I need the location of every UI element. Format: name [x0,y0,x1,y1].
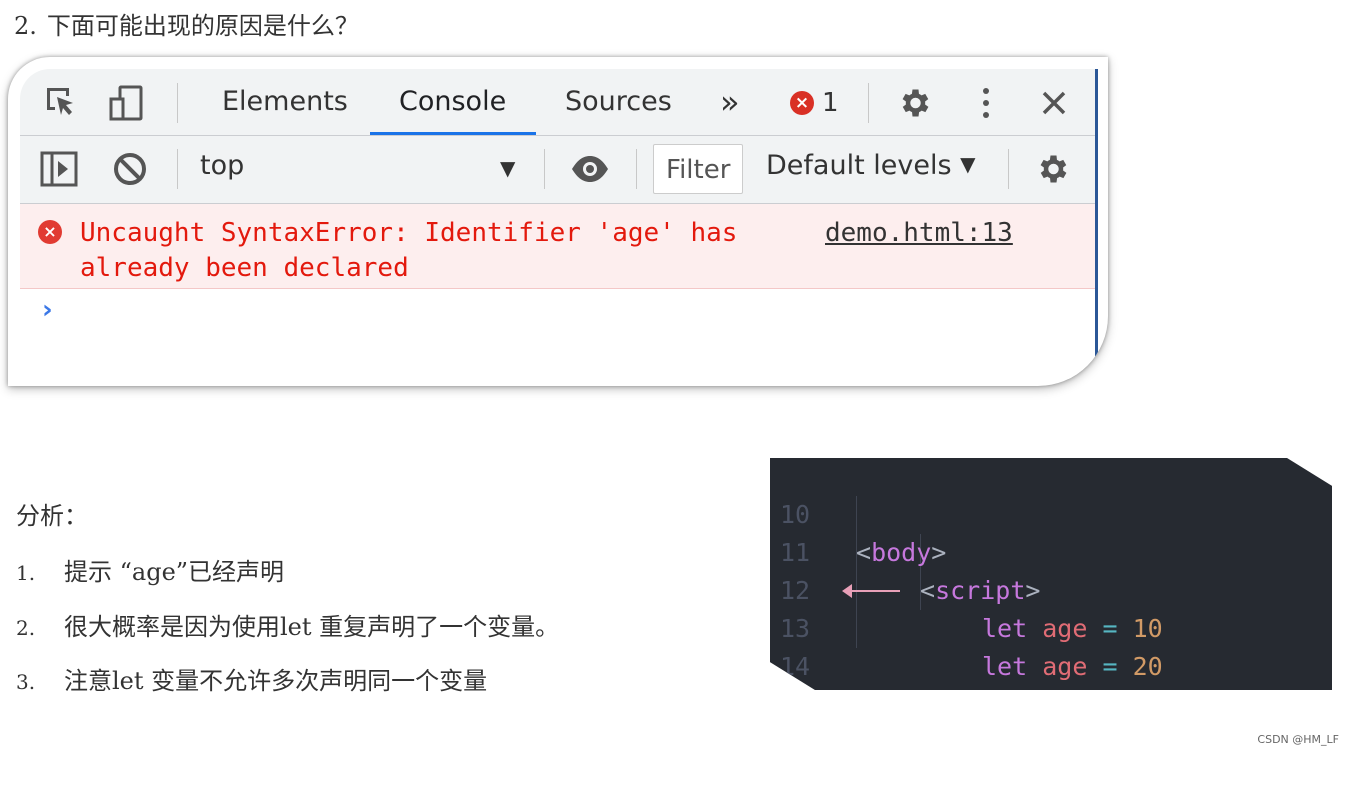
settings-gear-icon[interactable] [896,85,932,121]
tabbar-divider [868,83,869,123]
error-badge-icon: × [790,91,814,115]
watermark: CSDN @HM_LF [1257,733,1339,746]
tab-console[interactable]: Console [399,69,506,135]
filter-input[interactable]: Filter [653,144,743,194]
error-count: 1 [822,88,839,118]
error-icon: × [38,220,62,244]
console-prompt-icon[interactable]: › [42,295,53,325]
line-source: let age = 10 [982,614,1163,643]
sidebar-toggle-icon[interactable] [40,151,78,187]
clear-console-icon[interactable] [112,151,148,187]
tab-elements[interactable]: Elements [222,69,348,135]
log-levels-dropdown[interactable]: Default levels ▼ [766,150,976,181]
error-source-link[interactable]: demo.html:13 [825,216,1013,251]
levels-dropdown-arrow: ▼ [960,152,976,176]
code-snippet: 10 <body> 11 <script> 12 let age = 10 13… [770,458,1332,690]
error-text: Uncaught SyntaxError: Identifier 'age' h… [80,218,738,283]
console-settings-gear-icon[interactable] [1034,151,1070,187]
tabbar-divider [177,83,178,123]
analysis-heading: 分析： [16,502,88,530]
line-source: <body> [856,538,947,567]
analysis-item: 2. 很大概率是因为使用let 重复声明了一个变量。 [16,607,559,642]
analysis-item-number: 3. [16,670,36,694]
toolbar-divider [544,149,545,189]
line-source: <script> [920,576,1041,605]
log-levels-label: Default levels [766,150,952,181]
tab-sources[interactable]: Sources [565,69,672,135]
console-error-message: × Uncaught SyntaxError: Identifier 'age'… [20,204,1095,289]
question-number: 2. [14,12,37,40]
live-expression-eye-icon[interactable] [570,151,608,187]
indent-guide [856,496,857,648]
code-line: 13 let age = 20 [770,572,1163,681]
toolbar-divider [1008,149,1009,189]
question-text: 下面可能出现的原因是什么？ [46,12,359,40]
more-options-icon[interactable] [968,85,1004,121]
toolbar-divider [177,149,178,189]
context-selector[interactable]: top [200,150,244,181]
close-icon[interactable] [1036,85,1072,121]
analysis-item-number: 2. [16,616,36,640]
devtools-tabbar: Elements Console Sources » × 1 [20,69,1095,136]
console-toolbar: top ▼ Filter Default levels ▼ [20,136,1095,204]
context-dropdown-arrow[interactable]: ▼ [500,156,515,180]
inspect-element-icon[interactable] [44,85,80,121]
line-source: let age = 20 [982,652,1163,681]
analysis-item: 3. 注意let 变量不允许多次声明同一个变量 [16,661,487,696]
code-line: 11 <script> [770,496,1040,605]
analysis-item-number: 1. [16,561,36,585]
analysis-item: 1. 提示 “age”已经声明 [16,552,284,587]
question-heading: 2. 下面可能出现的原因是什么？ [14,6,359,41]
toolbar-divider [636,149,637,189]
error-count-badge[interactable]: × 1 [790,86,839,120]
code-line: 14 </script> [770,610,830,681]
line-source: </body> [856,728,962,757]
analysis-item-text: 提示 “age”已经声明 [64,558,285,586]
arrow-left-icon [842,584,852,598]
analysis-item-text: 很大概率是因为使用let 重复声明了一个变量。 [64,613,560,641]
more-tabs-button[interactable]: » [720,69,740,135]
analysis-item-text: 注意let 变量不允许多次声明同一个变量 [64,667,488,695]
active-tab-indicator [370,132,536,135]
devtools-panel: Elements Console Sources » × 1 top ▼ Fil… [8,57,1108,386]
device-toolbar-icon[interactable] [108,85,144,121]
devtools-window: Elements Console Sources » × 1 top ▼ Fil… [20,69,1098,379]
code-line: 10 <body> [770,458,946,567]
error-line-arrow [848,590,900,592]
code-line: 12 let age = 10 [770,534,1163,643]
